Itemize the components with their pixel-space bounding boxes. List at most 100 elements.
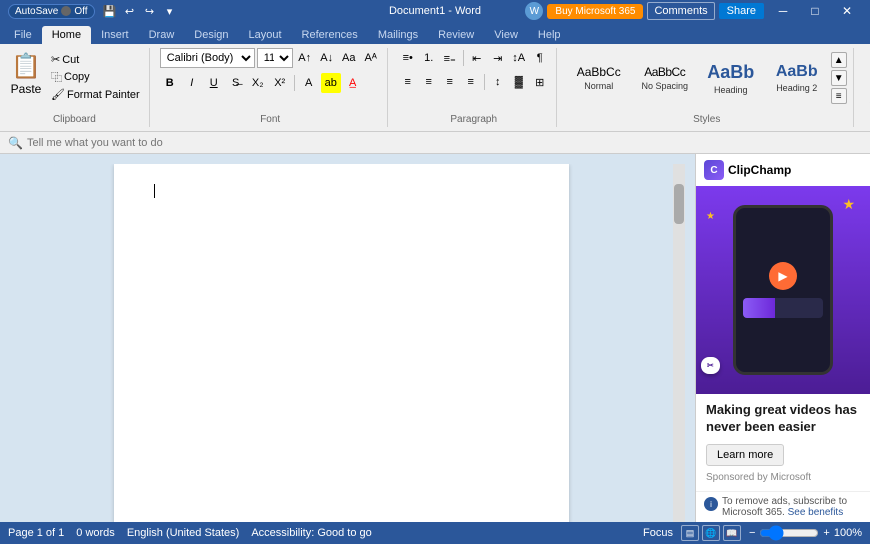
- ad-text: Making great videos has never been easie…: [696, 394, 870, 491]
- cut-icon: ✂: [51, 53, 60, 66]
- share-button[interactable]: Share: [719, 3, 764, 19]
- para-row-1: ≡• 1. ≡₌ ⇤ ⇥ ↕A ¶: [398, 48, 550, 68]
- scroll-thumb[interactable]: [674, 184, 684, 224]
- line-spacing-button[interactable]: ↕: [488, 72, 508, 92]
- italic-button[interactable]: I: [182, 73, 202, 93]
- phone-mockup: ▶: [733, 205, 833, 375]
- style-no-spacing-item[interactable]: AaBbCc No Spacing: [633, 48, 697, 108]
- undo-icon[interactable]: ↩: [121, 2, 139, 20]
- zoom-out-icon[interactable]: −: [749, 527, 755, 539]
- style-heading1-item[interactable]: AaBb Heading: [699, 48, 763, 108]
- remove-ads-icon: i: [704, 497, 718, 511]
- see-benefits-link[interactable]: See benefits: [788, 507, 844, 518]
- save-icon[interactable]: 💾: [101, 2, 119, 20]
- borders-button[interactable]: ⊞: [530, 72, 550, 92]
- find-button[interactable]: 🔍 Find ▾: [864, 52, 870, 72]
- customize-icon[interactable]: ▾: [161, 2, 179, 20]
- style-heading2-item[interactable]: AaBb Heading 2: [765, 48, 829, 108]
- multilevel-button[interactable]: ≡₌: [440, 48, 460, 68]
- bullets-button[interactable]: ≡•: [398, 48, 418, 68]
- doc-title: Document1 - Word: [389, 5, 481, 17]
- styles-label: Styles: [567, 114, 847, 127]
- focus-label[interactable]: Focus: [643, 527, 673, 539]
- tab-layout[interactable]: Layout: [239, 26, 292, 44]
- format-painter-button[interactable]: 🖌 Format Painter: [48, 87, 143, 102]
- tab-review[interactable]: Review: [428, 26, 484, 44]
- editing-group: 🔍 Find ▾ ↔ Replace ⌖ Select ▾ Editing: [858, 48, 870, 127]
- maximize-button[interactable]: □: [800, 0, 830, 22]
- font-size-select[interactable]: 11: [257, 48, 293, 68]
- font-name-select[interactable]: Calibri (Body): [160, 48, 255, 68]
- document-area: [0, 154, 695, 522]
- styles-group: AaBbCc Normal AaBbCc No Spacing AaBb Hea…: [561, 48, 854, 127]
- increase-indent-button[interactable]: ⇥: [488, 48, 508, 68]
- web-layout-button[interactable]: 🌐: [702, 525, 720, 541]
- profile-avatar[interactable]: W: [525, 2, 543, 20]
- increase-font-button[interactable]: A↑: [295, 48, 315, 68]
- tab-file[interactable]: File: [4, 26, 42, 44]
- zoom-range[interactable]: [759, 525, 819, 541]
- editing-label: Editing: [864, 114, 870, 127]
- sort-button[interactable]: ↕A: [509, 48, 529, 68]
- text-effect-button[interactable]: A: [299, 73, 319, 93]
- redo-icon[interactable]: ↪: [141, 2, 159, 20]
- zoom-in-icon[interactable]: +: [823, 527, 829, 539]
- autosave-toggle[interactable]: AutoSave Off: [8, 4, 95, 19]
- highlight-button[interactable]: ab: [321, 73, 341, 93]
- styles-scroll-up[interactable]: ▲: [831, 52, 847, 68]
- print-layout-button[interactable]: ▤: [681, 525, 699, 541]
- strikethrough-button[interactable]: S̶: [226, 73, 246, 93]
- styles-scroll-down[interactable]: ▼: [831, 70, 847, 86]
- word-count: 0 words: [76, 527, 115, 539]
- show-formatting-button[interactable]: ¶: [530, 48, 550, 68]
- font-color-button[interactable]: A̲: [343, 73, 363, 93]
- replace-button[interactable]: ↔ Replace: [864, 73, 870, 92]
- cut-button[interactable]: ✂ Cut: [48, 52, 143, 67]
- numbering-button[interactable]: 1.: [419, 48, 439, 68]
- change-case-button[interactable]: Aᴬ: [361, 48, 381, 68]
- clear-format-button[interactable]: Aa: [339, 48, 359, 68]
- doc-container: [10, 164, 685, 522]
- style-normal-item[interactable]: AaBbCc Normal: [567, 48, 631, 108]
- superscript-button[interactable]: X²: [270, 73, 290, 93]
- align-left-button[interactable]: ≡: [398, 72, 418, 92]
- para-rows: ≡• 1. ≡₌ ⇤ ⇥ ↕A ¶ ≡ ≡ ≡ ≡ ↕ ▓: [398, 48, 550, 94]
- tab-insert[interactable]: Insert: [91, 26, 139, 44]
- justify-button[interactable]: ≡: [461, 72, 481, 92]
- learn-more-button[interactable]: Learn more: [706, 444, 784, 466]
- bold-button[interactable]: B: [160, 73, 180, 93]
- subscript-button[interactable]: X₂: [248, 73, 268, 93]
- tab-mailings[interactable]: Mailings: [368, 26, 428, 44]
- tab-home[interactable]: Home: [42, 26, 91, 44]
- styles-expand[interactable]: ≡: [831, 88, 847, 104]
- buy-button[interactable]: Buy Microsoft 365: [547, 4, 643, 19]
- tell-me-input[interactable]: [27, 137, 227, 149]
- decrease-font-button[interactable]: A↓: [317, 48, 337, 68]
- document-page[interactable]: [114, 164, 569, 522]
- underline-button[interactable]: U: [204, 73, 224, 93]
- align-right-button[interactable]: ≡: [440, 72, 460, 92]
- paragraph-group: ≡• 1. ≡₌ ⇤ ⇥ ↕A ¶ ≡ ≡ ≡ ≡ ↕ ▓: [392, 48, 557, 127]
- tab-view[interactable]: View: [484, 26, 528, 44]
- language: English (United States): [127, 527, 240, 539]
- align-center-button[interactable]: ≡: [419, 72, 439, 92]
- minimize-button[interactable]: ─: [768, 0, 798, 22]
- tab-help[interactable]: Help: [528, 26, 571, 44]
- play-button[interactable]: ▶: [769, 262, 797, 290]
- shading-button[interactable]: ▓: [509, 72, 529, 92]
- decrease-indent-button[interactable]: ⇤: [467, 48, 487, 68]
- styles-arrows: ▲ ▼ ≡: [831, 52, 847, 104]
- read-mode-button[interactable]: 📖: [723, 525, 741, 541]
- comments-button[interactable]: Comments: [647, 2, 714, 20]
- paste-button[interactable]: 📋 Paste: [6, 48, 46, 98]
- vertical-scrollbar[interactable]: [673, 164, 685, 522]
- select-button[interactable]: ⌖ Select ▾: [864, 93, 870, 113]
- tab-draw[interactable]: Draw: [139, 26, 185, 44]
- statusbar: Page 1 of 1 0 words English (United Stat…: [0, 522, 870, 544]
- close-button[interactable]: ✕: [832, 0, 862, 22]
- tab-design[interactable]: Design: [184, 26, 238, 44]
- copy-button[interactable]: ⿻ Copy: [48, 68, 143, 86]
- tab-references[interactable]: References: [292, 26, 368, 44]
- autosave-dot: [61, 6, 71, 16]
- floating-card: ✂: [701, 357, 720, 374]
